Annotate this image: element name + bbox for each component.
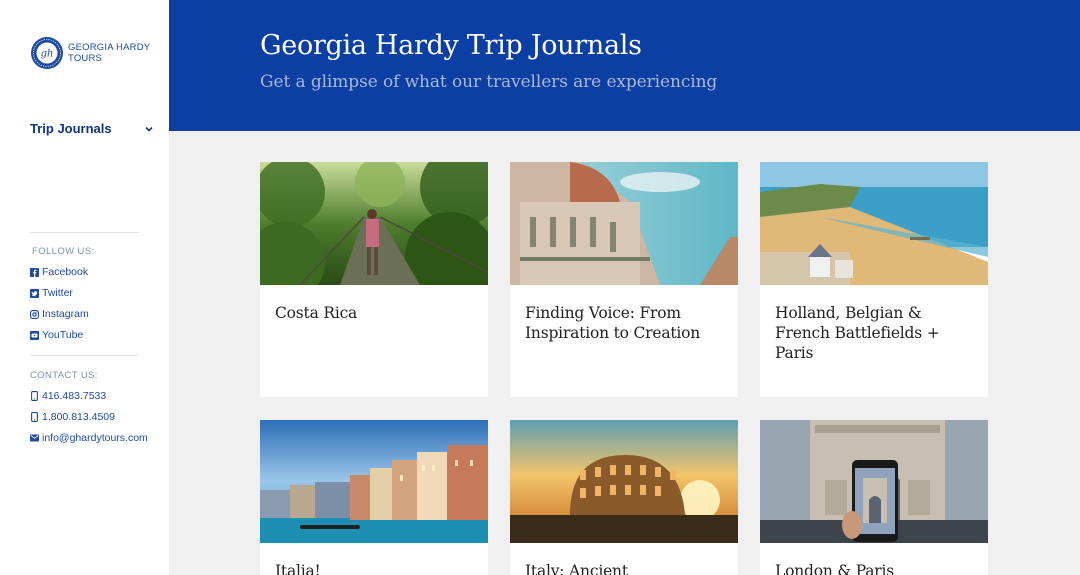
journal-card-image[interactable] (510, 420, 738, 543)
phone-link-local[interactable]: 416.483.7533 (30, 390, 106, 402)
sidebar-divider (30, 232, 139, 233)
journal-card-title: London & Paris (775, 562, 894, 575)
page-subtitle: Get a glimpse of what our travellers are… (260, 72, 718, 92)
journal-card[interactable]: Holland, Belgian & French Battlefields +… (760, 162, 988, 397)
journal-card[interactable]: London & Paris (760, 420, 988, 575)
brand-name-line2: TOURS (68, 53, 103, 64)
page-title: Georgia Hardy Trip Journals (260, 30, 642, 61)
youtube-icon (30, 330, 39, 340)
twitter-link-label: Twitter (42, 287, 73, 299)
envelope-icon (30, 433, 39, 443)
logo-monogram: gh (41, 49, 54, 60)
phone-icon (30, 412, 39, 422)
instagram-link[interactable]: Instagram (30, 308, 89, 320)
journal-card[interactable]: Italy: Ancient (510, 420, 738, 575)
email-label: info@ghardytours.com (42, 432, 148, 444)
instagram-icon (30, 309, 39, 319)
sidebar-divider (30, 355, 139, 356)
youtube-link-label: YouTube (42, 329, 84, 341)
journal-card-title: Finding Voice: From Inspiration to Creat… (525, 304, 701, 342)
twitter-icon (30, 288, 39, 298)
journal-card-title: Holland, Belgian & French Battlefields +… (775, 304, 940, 362)
phone-local-label: 416.483.7533 (42, 390, 107, 402)
brand-logo[interactable]: gh GEORGIA HARDY TOURS (30, 36, 150, 70)
journal-card-image[interactable] (760, 162, 988, 285)
journal-card-image[interactable] (760, 420, 988, 543)
phone-tollfree-label: 1.800.813.4509 (42, 411, 115, 423)
brand-name: GEORGIA HARDY TOURS (68, 42, 150, 64)
journal-card-title: Italia! (275, 562, 321, 575)
journal-card-image[interactable] (510, 162, 738, 285)
facebook-link[interactable]: Facebook (30, 266, 88, 278)
chevron-down-icon[interactable] (144, 124, 154, 134)
instagram-link-label: Instagram (42, 308, 89, 320)
phone-link-tollfree[interactable]: 1.800.813.4509 (30, 411, 115, 423)
brand-name-line1: GEORGIA HARDY (68, 42, 151, 53)
journal-card[interactable]: Costa Rica (260, 162, 488, 397)
journal-card-title: Costa Rica (275, 304, 358, 322)
logo-badge-icon: gh (31, 37, 63, 69)
journal-card-image[interactable] (260, 420, 488, 543)
nav-trip-journals[interactable]: Trip Journals (30, 121, 154, 136)
facebook-link-label: Facebook (42, 266, 89, 278)
email-link[interactable]: info@ghardytours.com (30, 432, 148, 444)
nav-trip-journals-label: Trip Journals (30, 121, 112, 136)
youtube-link[interactable]: YouTube (30, 329, 83, 341)
follow-us-label: FOLLOW US: (32, 246, 95, 257)
facebook-icon (30, 267, 39, 277)
phone-icon (30, 391, 39, 401)
twitter-link[interactable]: Twitter (30, 287, 73, 299)
page-header: Georgia Hardy Trip Journals Get a glimps… (169, 0, 1080, 131)
journal-card-image[interactable] (260, 162, 488, 285)
contact-us-label: CONTACT US: (30, 370, 98, 381)
journal-card[interactable]: Finding Voice: From Inspiration to Creat… (510, 162, 738, 397)
journal-card[interactable]: Italia! (260, 420, 488, 575)
sidebar: gh GEORGIA HARDY TOURS Trip Journals FOL… (0, 0, 169, 575)
journal-card-title: Italy: Ancient (525, 562, 628, 575)
